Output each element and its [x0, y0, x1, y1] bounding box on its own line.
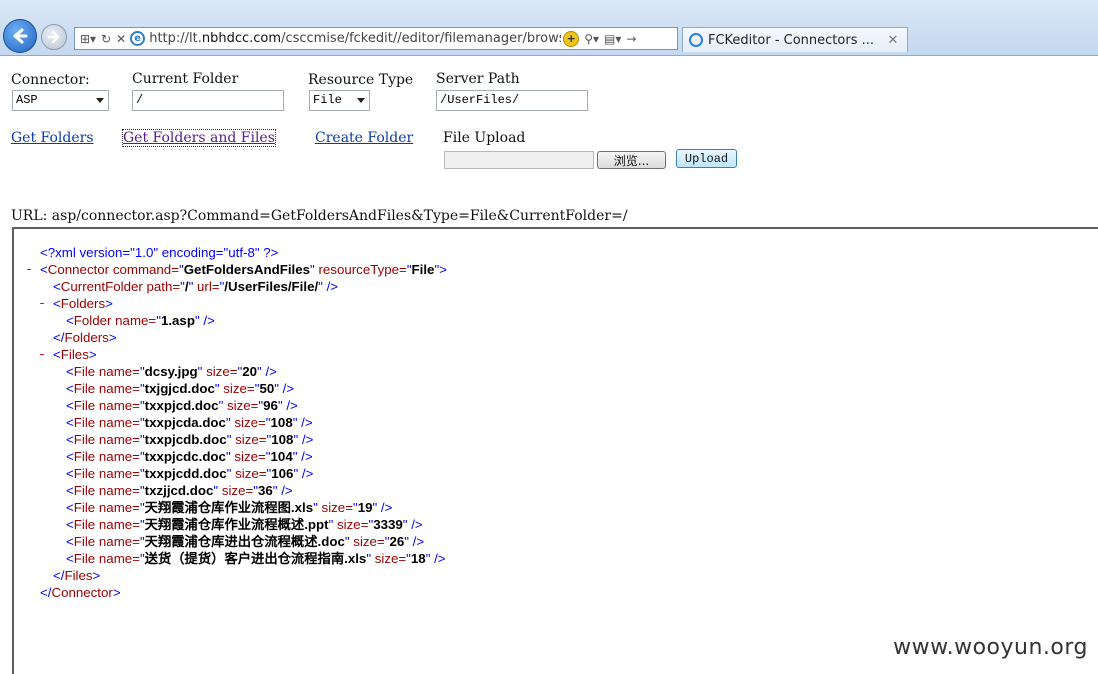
upload-button[interactable]: Upload	[676, 149, 737, 168]
collapse-toggle[interactable]: -	[38, 295, 46, 312]
server-path-input[interactable]: /UserFiles/	[436, 90, 588, 111]
collapse-toggle[interactable]: -	[38, 346, 46, 363]
tab-close-icon[interactable]: ✕	[885, 33, 901, 48]
collapse-toggle[interactable]: -	[25, 261, 33, 278]
watermark: www.wooyun.org	[893, 635, 1088, 660]
tab-ie-icon	[689, 33, 703, 47]
address-bar[interactable]: ⊞▾ ↻ ✕ e http://lt.nbhdcc.com/csccmise/f…	[74, 27, 678, 50]
resource-type-value: File	[313, 93, 342, 107]
page-icon[interactable]: ▤▾	[604, 32, 621, 46]
current-folder-label: Current Folder	[132, 71, 239, 87]
resource-type-label: Resource Type	[308, 72, 414, 88]
address-url[interactable]: http://lt.nbhdcc.com/csccmise/fckedit//e…	[149, 31, 561, 46]
get-folders-and-files-link[interactable]: Get Folders and Files	[122, 129, 276, 147]
forward-button[interactable]	[41, 24, 67, 50]
create-folder-link[interactable]: Create Folder	[315, 130, 413, 146]
connector-value: ASP	[16, 93, 38, 107]
chevron-down-icon	[357, 98, 365, 103]
resource-type-select[interactable]: File	[309, 90, 370, 111]
search-icon[interactable]: ⚲▾	[584, 32, 599, 46]
get-folders-link[interactable]: Get Folders	[11, 130, 94, 146]
connector-select[interactable]: ASP	[12, 90, 109, 111]
forward-arrow-icon	[47, 30, 60, 44]
file-upload-label: File Upload	[443, 130, 526, 146]
compatibility-view-icon[interactable]: +	[563, 30, 580, 47]
refresh-icon[interactable]: ↻	[101, 32, 111, 46]
current-folder-input[interactable]: /	[132, 90, 284, 111]
tab-fckeditor[interactable]: FCKeditor - Connectors ... ✕	[682, 27, 908, 52]
back-arrow-icon	[13, 28, 28, 44]
server-path-label: Server Path	[436, 71, 520, 87]
browse-button[interactable]: 浏览...	[597, 151, 666, 169]
xml-result-frame[interactable]: <?xml version="1.0" encoding="utf-8" ?> -…	[12, 227, 1098, 674]
connector-url-text: URL: asp/connector.asp?Command=GetFolder…	[11, 208, 628, 224]
connector-label: Connector:	[11, 72, 90, 88]
chevron-down-icon	[96, 98, 104, 103]
tab-title: FCKeditor - Connectors ...	[708, 32, 874, 48]
browser-toolbar: ⊞▾ ↻ ✕ e http://lt.nbhdcc.com/csccmise/f…	[0, 0, 1098, 56]
stop-icon[interactable]: ✕	[116, 32, 126, 46]
add-favorite-icon[interactable]: ⊞▾	[80, 32, 96, 46]
ie-page-icon: e	[130, 31, 146, 46]
file-path-input[interactable]	[444, 151, 594, 169]
go-icon[interactable]: →	[626, 32, 636, 46]
back-button[interactable]	[3, 19, 37, 53]
